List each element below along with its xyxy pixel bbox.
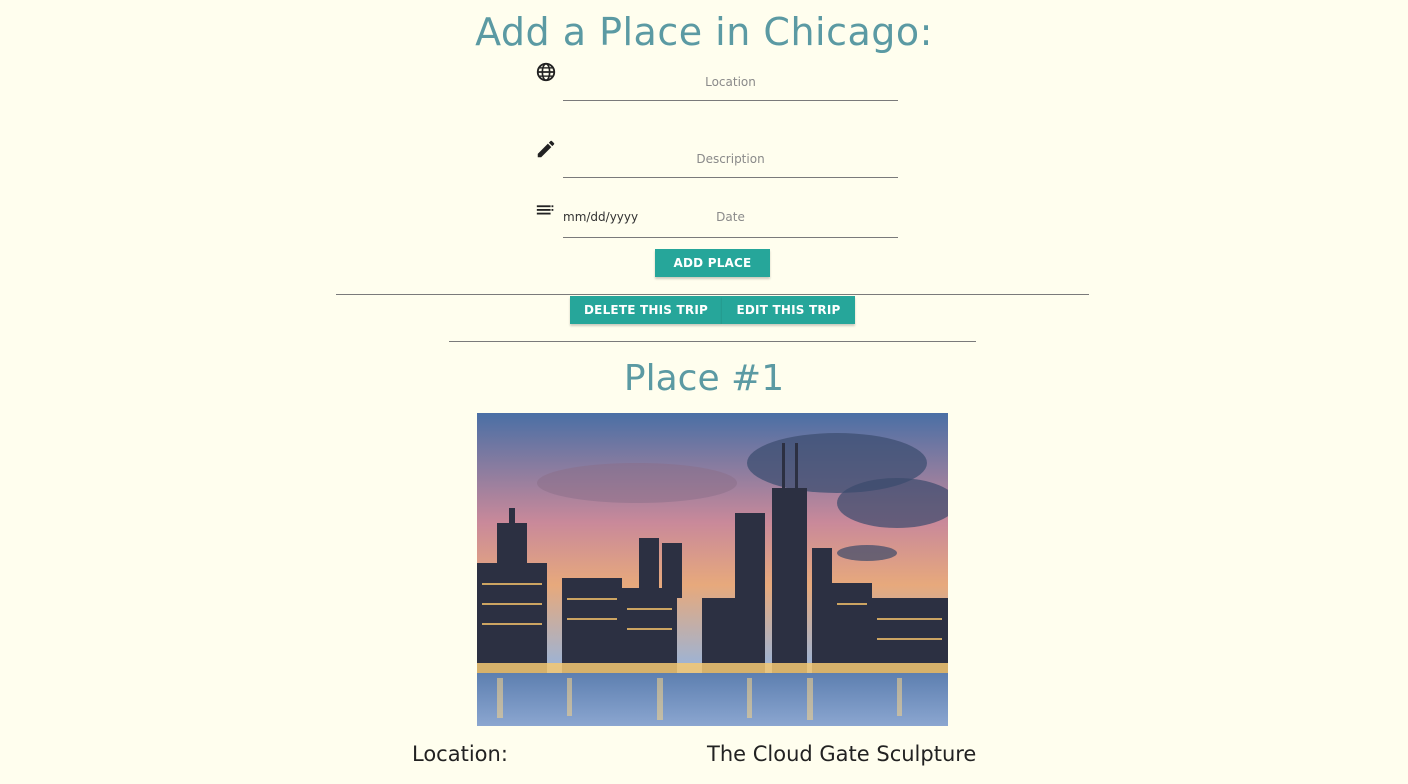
pencil-icon: [535, 138, 557, 160]
location-field: [535, 61, 900, 101]
globe-icon: [535, 61, 557, 83]
place-heading: Place #1: [623, 358, 785, 399]
divider: [449, 341, 976, 342]
location-input[interactable]: [563, 69, 898, 95]
location-value: The Cloud Gate Sculpture: [707, 742, 977, 766]
notes-icon: [535, 198, 557, 220]
page-title: Add a Place in Chicago:: [475, 10, 933, 54]
description-input[interactable]: [563, 146, 898, 172]
date-label: Date: [716, 210, 745, 224]
edit-trip-button[interactable]: EDIT THIS TRIP: [722, 296, 855, 324]
delete-trip-button[interactable]: DELETE THIS TRIP: [570, 296, 722, 324]
divider: [336, 294, 1089, 295]
description-field: [535, 138, 900, 178]
location-underline: [563, 100, 898, 101]
date-underline: [563, 237, 898, 238]
date-field[interactable]: mm/dd/yyyy Date: [535, 198, 900, 238]
add-place-button[interactable]: ADD PLACE: [655, 249, 770, 277]
location-label: Location:: [412, 742, 508, 766]
description-underline: [563, 177, 898, 178]
place-photo: [477, 413, 948, 726]
